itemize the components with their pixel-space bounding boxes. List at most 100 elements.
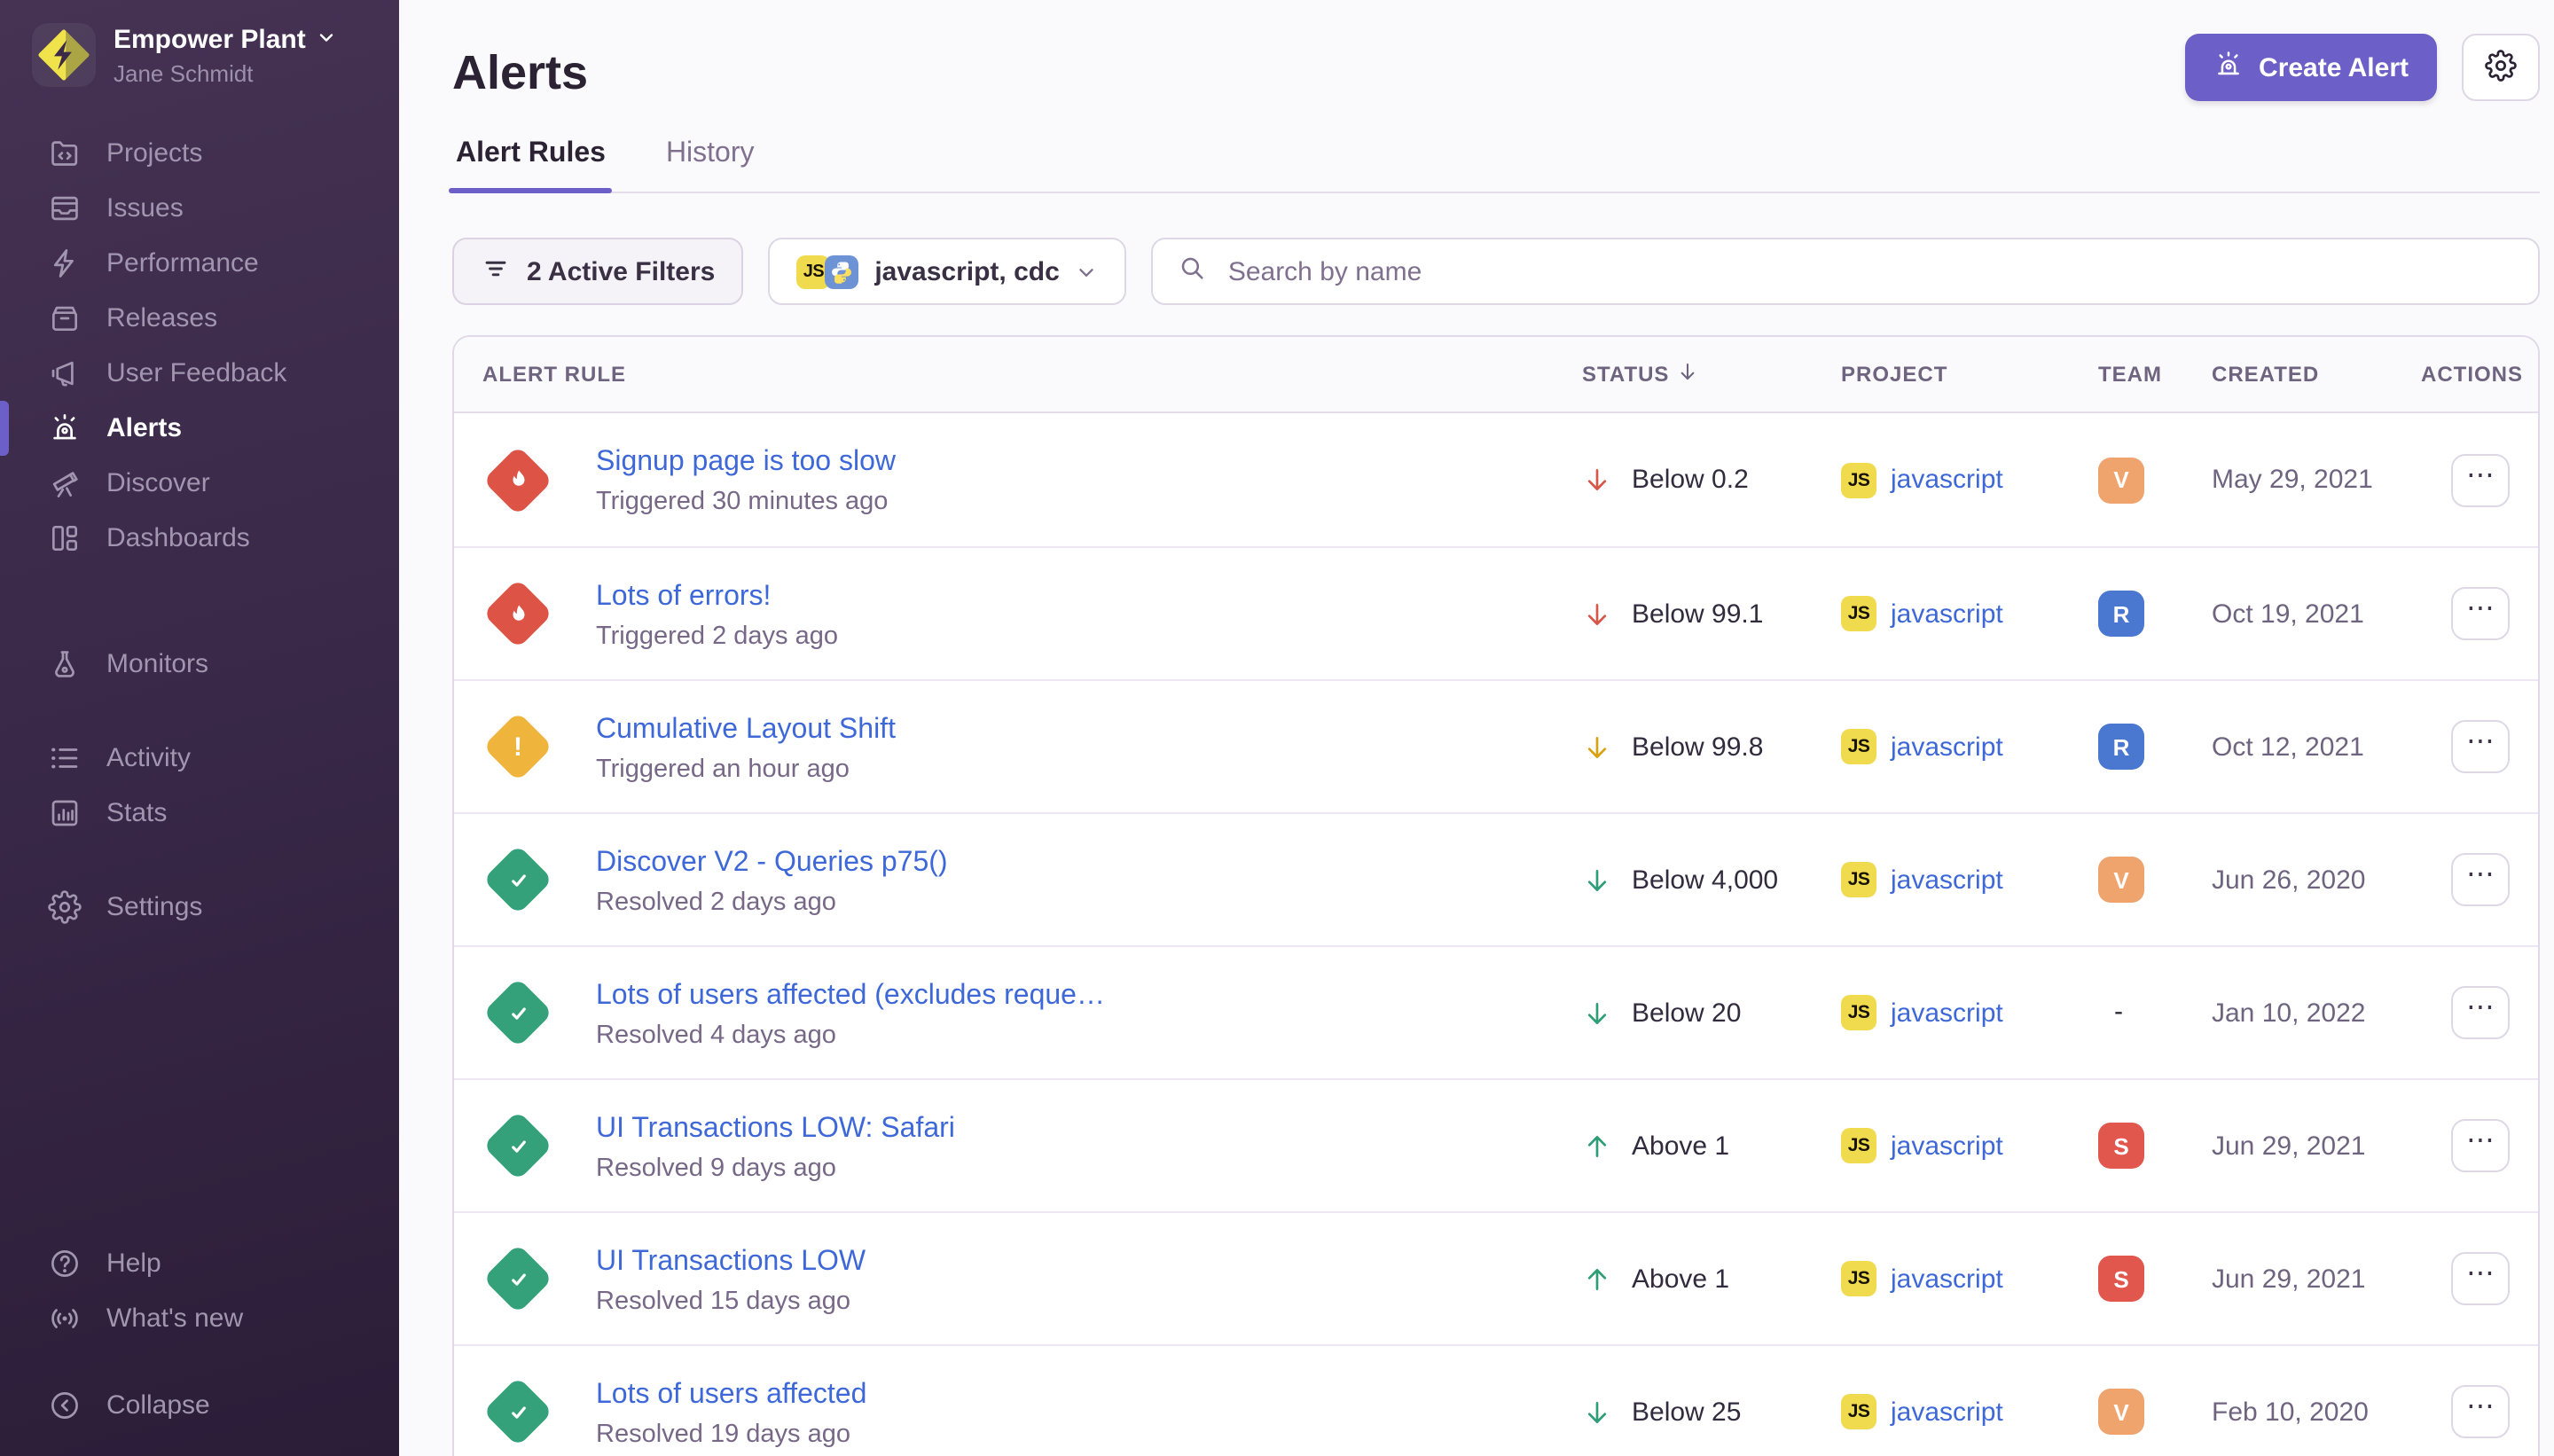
status-value: Below 25	[1632, 1397, 1741, 1427]
row-actions-button[interactable]: ⋯	[2451, 1385, 2510, 1438]
sidebar-item-monitors[interactable]: Monitors	[0, 637, 399, 692]
discover-icon	[48, 466, 82, 500]
row-actions-button[interactable]: ⋯	[2451, 1119, 2510, 1172]
sidebar-item-dashboards[interactable]: Dashboards	[0, 511, 399, 566]
status-cell: Below 20	[1582, 998, 1841, 1028]
trend-down-icon	[1582, 998, 1612, 1028]
search-box	[1152, 238, 2540, 305]
sidebar-item-stats[interactable]: Stats	[0, 786, 399, 841]
sidebar-item-label: Performance	[106, 248, 259, 278]
row-actions-button[interactable]: ⋯	[2451, 853, 2510, 906]
resolved-diamond-icon	[482, 977, 553, 1048]
status-value: Below 0.2	[1632, 465, 1749, 495]
monitors-icon	[48, 647, 82, 681]
sidebar-item-help[interactable]: Help	[0, 1236, 399, 1291]
alert-rule-link[interactable]: Lots of users affected (excludes reque…	[596, 976, 1582, 1015]
project-link[interactable]: javascript	[1891, 865, 2003, 895]
javascript-platform-icon: JS	[1841, 462, 1876, 497]
settings-icon	[48, 890, 82, 924]
row-actions-button[interactable]: ⋯	[2451, 453, 2510, 506]
resolved-diamond-icon	[482, 1376, 553, 1447]
row-actions-button[interactable]: ⋯	[2451, 1252, 2510, 1305]
created-date: May 29, 2021	[2212, 465, 2421, 495]
alert-rule-link[interactable]: Discover V2 - Queries p75()	[596, 843, 1582, 882]
sidebar-item-label: Help	[106, 1249, 161, 1279]
sidebar: Empower Plant Jane Schmidt Projects Issue…	[0, 0, 399, 1456]
alert-rule-subtitle: Resolved 2 days ago	[596, 888, 1582, 916]
created-date: Jun 26, 2020	[2212, 865, 2421, 895]
sidebar-item-projects[interactable]: Projects	[0, 126, 399, 181]
stats-icon	[48, 796, 82, 830]
nav-group: Projects Issues Performance ReleasesUser Fe…	[0, 126, 399, 566]
status-value: Above 1	[1632, 1264, 1729, 1294]
project-link[interactable]: javascript	[1891, 599, 2003, 629]
sidebar-item-releases[interactable]: Releases	[0, 291, 399, 346]
status-cell: Below 99.1	[1582, 599, 1841, 629]
table-row: UI Transactions LOW: SafariResolved 9 da…	[454, 1078, 2538, 1211]
nav-group: ActivityStats	[0, 731, 399, 841]
platform-stack: JS	[796, 254, 858, 288]
project-link[interactable]: javascript	[1891, 1264, 2003, 1294]
javascript-platform-icon: JS	[1841, 596, 1876, 631]
sidebar-item-whats-new[interactable]: What's new	[0, 1291, 399, 1346]
sidebar-item-discover[interactable]: Discover	[0, 456, 399, 511]
row-actions-button[interactable]: ⋯	[2451, 986, 2510, 1039]
search-input[interactable]	[1225, 254, 2513, 288]
alert-rule-link[interactable]: Lots of errors!	[596, 577, 1582, 616]
team-badge: R	[2098, 724, 2144, 770]
tab-alert-rules[interactable]: Alert Rules	[452, 138, 609, 192]
row-actions-button[interactable]: ⋯	[2451, 720, 2510, 773]
trend-down-icon	[1582, 465, 1612, 495]
column-status[interactable]: Status	[1582, 360, 1841, 388]
sidebar-item-user-feedback[interactable]: User Feedback	[0, 346, 399, 401]
sidebar-item-label: Settings	[106, 892, 202, 922]
project-link[interactable]: javascript	[1891, 1131, 2003, 1161]
alert-rule-link[interactable]: UI Transactions LOW: Safari	[596, 1109, 1582, 1148]
project-link[interactable]: javascript	[1891, 465, 2003, 495]
project-link[interactable]: javascript	[1891, 998, 2003, 1028]
active-filters-label: 2 Active Filters	[527, 256, 715, 286]
chevron-down-icon	[317, 24, 338, 56]
sidebar-item-label: Projects	[106, 138, 202, 168]
alert-rule-link[interactable]: Signup page is too slow	[596, 443, 1582, 482]
javascript-platform-icon: JS	[1841, 729, 1876, 764]
active-filters-button[interactable]: 2 Active Filters	[452, 238, 743, 305]
table-row: Signup page is too slowTriggered 30 minu…	[454, 413, 2538, 546]
sidebar-item-activity[interactable]: Activity	[0, 731, 399, 786]
row-actions-button[interactable]: ⋯	[2451, 587, 2510, 640]
team-cell: V	[2098, 457, 2212, 503]
sidebar-item-collapse[interactable]: Collapse	[0, 1378, 399, 1433]
alert-settings-button[interactable]	[2462, 34, 2540, 101]
alert-rule-link[interactable]: Cumulative Layout Shift	[596, 710, 1582, 749]
project-filter-label: javascript, cdc	[874, 256, 1059, 286]
project-link[interactable]: javascript	[1891, 1397, 2003, 1427]
trend-down-icon	[1582, 599, 1612, 629]
created-date: Feb 10, 2020	[2212, 1397, 2421, 1427]
column-alert-rule: Alert Rule	[482, 362, 1582, 387]
status-cell: Above 1	[1582, 1264, 1841, 1294]
column-created: Created	[2212, 362, 2421, 387]
org-switcher[interactable]: Empower Plant Jane Schmidt	[0, 0, 399, 87]
sort-descending-icon	[1676, 360, 1699, 388]
status-value: Below 20	[1632, 998, 1741, 1028]
table-row: UI Transactions LOWResolved 15 days agoA…	[454, 1211, 2538, 1344]
project-link[interactable]: javascript	[1891, 732, 2003, 762]
nav-group: Settings	[0, 880, 399, 935]
sidebar-item-label: Discover	[106, 468, 210, 498]
alert-rule-link[interactable]: Lots of users affected	[596, 1375, 1582, 1414]
table-body: Signup page is too slowTriggered 30 minu…	[454, 413, 2538, 1456]
javascript-platform-icon: JS	[1841, 995, 1876, 1030]
tab-history[interactable]: History	[662, 138, 758, 192]
sidebar-item-settings[interactable]: Settings	[0, 880, 399, 935]
org-meta: Empower Plant Jane Schmidt	[114, 24, 338, 86]
create-alert-button[interactable]: Create Alert	[2184, 34, 2437, 101]
project-filter-dropdown[interactable]: JS javascript, cdc	[768, 238, 1126, 305]
team-cell: -	[2098, 997, 2212, 1029]
sidebar-item-alerts[interactable]: Alerts	[0, 401, 399, 456]
status-value: Below 99.1	[1632, 599, 1763, 629]
sidebar-item-issues[interactable]: Issues	[0, 181, 399, 236]
whats-new-icon	[48, 1302, 82, 1335]
column-project: Project	[1841, 362, 2098, 387]
alert-rule-link[interactable]: UI Transactions LOW	[596, 1242, 1582, 1281]
sidebar-item-performance[interactable]: Performance	[0, 236, 399, 291]
